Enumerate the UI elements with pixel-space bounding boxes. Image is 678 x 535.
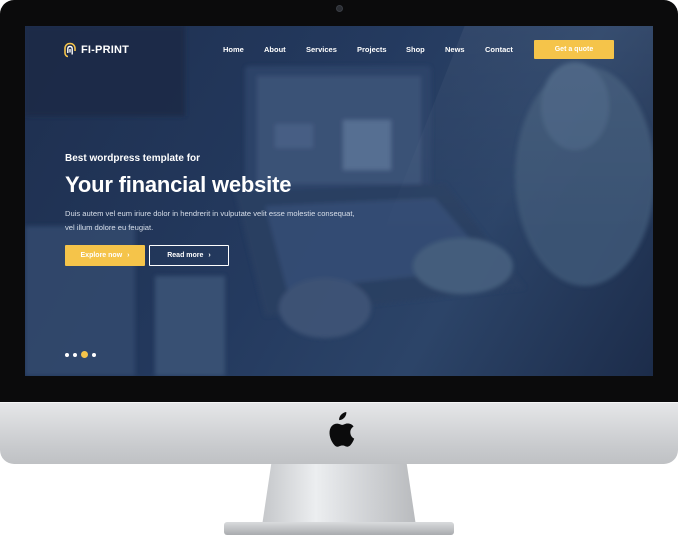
hero-title: Your financial website — [65, 172, 292, 197]
brand-name: FI-PRINT — [81, 44, 130, 56]
fingerprint-icon — [64, 42, 76, 58]
slider-pagination — [65, 351, 96, 358]
brand-logo[interactable]: FI-PRINT — [63, 42, 129, 58]
nav-item-projects[interactable]: Projects — [357, 45, 387, 54]
nav-item-about[interactable]: About — [264, 45, 286, 54]
chevron-right-icon: › — [208, 252, 211, 259]
slider-dot-active[interactable] — [81, 351, 88, 358]
nav-item-shop[interactable]: Shop — [406, 45, 425, 54]
hero-description: Duis autem vel eum iriure dolor in hendr… — [65, 209, 355, 232]
explore-now-label: Explore now — [80, 252, 123, 259]
chevron-right-icon: › — [127, 252, 130, 259]
apple-logo-icon — [329, 412, 355, 447]
slider-dot[interactable] — [73, 352, 77, 357]
camera-icon — [336, 5, 343, 12]
slider-dot[interactable] — [65, 352, 69, 357]
nav-item-contact[interactable]: Contact — [485, 45, 513, 54]
get-a-quote-button[interactable]: Get a quote — [534, 40, 614, 59]
website-screen: FI-PRINT Home About Services Projects Sh… — [25, 26, 653, 376]
monitor-stand — [262, 464, 416, 526]
nav-item-services[interactable]: Services — [306, 45, 337, 54]
monitor-stand-base — [224, 522, 454, 535]
read-more-button[interactable]: Read more › — [149, 245, 229, 266]
hero-pre-title: Best wordpress template for — [65, 153, 201, 164]
nav-item-news[interactable]: News — [445, 45, 465, 54]
explore-now-button[interactable]: Explore now › — [65, 245, 145, 266]
nav-item-home[interactable]: Home — [223, 45, 244, 54]
slider-dot[interactable] — [92, 352, 96, 357]
read-more-label: Read more — [167, 252, 204, 259]
